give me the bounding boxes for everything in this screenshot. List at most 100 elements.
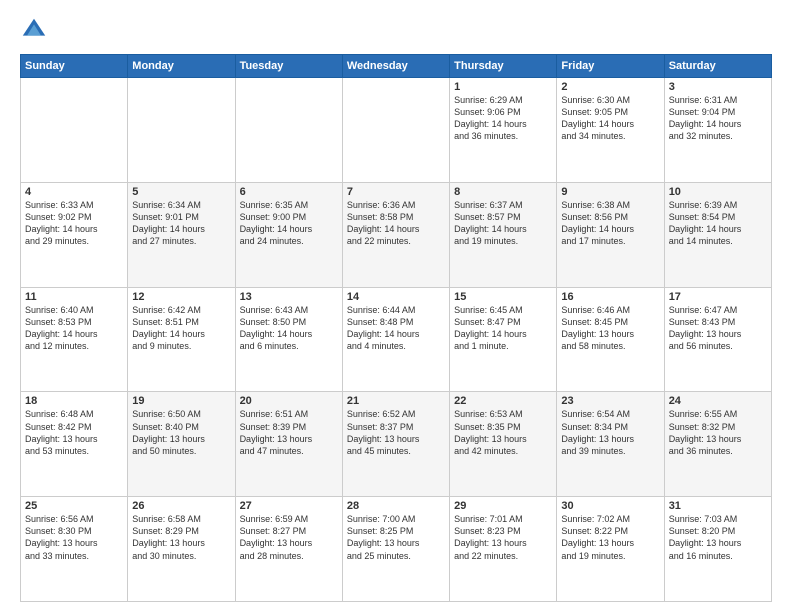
day-number: 16 <box>561 291 659 303</box>
calendar-cell: 19Sunrise: 6:50 AM Sunset: 8:40 PM Dayli… <box>128 392 235 497</box>
day-info: Sunrise: 6:38 AM Sunset: 8:56 PM Dayligh… <box>561 199 659 248</box>
day-number: 22 <box>454 395 552 407</box>
day-number: 30 <box>561 500 659 512</box>
day-number: 1 <box>454 81 552 93</box>
calendar-cell: 2Sunrise: 6:30 AM Sunset: 9:05 PM Daylig… <box>557 78 664 183</box>
calendar-cell: 28Sunrise: 7:00 AM Sunset: 8:25 PM Dayli… <box>342 497 449 602</box>
calendar-cell: 11Sunrise: 6:40 AM Sunset: 8:53 PM Dayli… <box>21 287 128 392</box>
day-number: 31 <box>669 500 767 512</box>
day-number: 15 <box>454 291 552 303</box>
logo-icon <box>20 16 48 44</box>
day-info: Sunrise: 6:59 AM Sunset: 8:27 PM Dayligh… <box>240 513 338 562</box>
day-info: Sunrise: 6:33 AM Sunset: 9:02 PM Dayligh… <box>25 199 123 248</box>
day-number: 17 <box>669 291 767 303</box>
header <box>20 16 772 44</box>
calendar-cell: 15Sunrise: 6:45 AM Sunset: 8:47 PM Dayli… <box>450 287 557 392</box>
calendar-day-header: Sunday <box>21 55 128 78</box>
day-info: Sunrise: 6:31 AM Sunset: 9:04 PM Dayligh… <box>669 94 767 143</box>
logo <box>20 16 52 44</box>
day-number: 3 <box>669 81 767 93</box>
day-number: 25 <box>25 500 123 512</box>
day-number: 6 <box>240 186 338 198</box>
calendar-week-row: 18Sunrise: 6:48 AM Sunset: 8:42 PM Dayli… <box>21 392 772 497</box>
calendar-cell <box>342 78 449 183</box>
calendar-day-header: Wednesday <box>342 55 449 78</box>
day-info: Sunrise: 6:56 AM Sunset: 8:30 PM Dayligh… <box>25 513 123 562</box>
day-info: Sunrise: 7:01 AM Sunset: 8:23 PM Dayligh… <box>454 513 552 562</box>
calendar-cell <box>235 78 342 183</box>
day-info: Sunrise: 6:54 AM Sunset: 8:34 PM Dayligh… <box>561 408 659 457</box>
day-info: Sunrise: 6:30 AM Sunset: 9:05 PM Dayligh… <box>561 94 659 143</box>
day-number: 4 <box>25 186 123 198</box>
day-info: Sunrise: 6:43 AM Sunset: 8:50 PM Dayligh… <box>240 304 338 353</box>
calendar-cell: 27Sunrise: 6:59 AM Sunset: 8:27 PM Dayli… <box>235 497 342 602</box>
calendar-day-header: Monday <box>128 55 235 78</box>
day-number: 18 <box>25 395 123 407</box>
calendar-day-header: Thursday <box>450 55 557 78</box>
calendar-week-row: 11Sunrise: 6:40 AM Sunset: 8:53 PM Dayli… <box>21 287 772 392</box>
calendar-cell: 26Sunrise: 6:58 AM Sunset: 8:29 PM Dayli… <box>128 497 235 602</box>
calendar-cell: 1Sunrise: 6:29 AM Sunset: 9:06 PM Daylig… <box>450 78 557 183</box>
day-number: 9 <box>561 186 659 198</box>
day-info: Sunrise: 6:44 AM Sunset: 8:48 PM Dayligh… <box>347 304 445 353</box>
calendar-cell <box>128 78 235 183</box>
day-info: Sunrise: 6:42 AM Sunset: 8:51 PM Dayligh… <box>132 304 230 353</box>
day-number: 7 <box>347 186 445 198</box>
day-info: Sunrise: 6:51 AM Sunset: 8:39 PM Dayligh… <box>240 408 338 457</box>
day-number: 14 <box>347 291 445 303</box>
day-number: 13 <box>240 291 338 303</box>
day-number: 20 <box>240 395 338 407</box>
day-info: Sunrise: 6:48 AM Sunset: 8:42 PM Dayligh… <box>25 408 123 457</box>
calendar-cell: 17Sunrise: 6:47 AM Sunset: 8:43 PM Dayli… <box>664 287 771 392</box>
day-info: Sunrise: 6:45 AM Sunset: 8:47 PM Dayligh… <box>454 304 552 353</box>
calendar-cell: 3Sunrise: 6:31 AM Sunset: 9:04 PM Daylig… <box>664 78 771 183</box>
day-info: Sunrise: 6:52 AM Sunset: 8:37 PM Dayligh… <box>347 408 445 457</box>
day-number: 26 <box>132 500 230 512</box>
calendar-cell: 30Sunrise: 7:02 AM Sunset: 8:22 PM Dayli… <box>557 497 664 602</box>
day-info: Sunrise: 6:36 AM Sunset: 8:58 PM Dayligh… <box>347 199 445 248</box>
calendar-cell: 25Sunrise: 6:56 AM Sunset: 8:30 PM Dayli… <box>21 497 128 602</box>
day-info: Sunrise: 6:35 AM Sunset: 9:00 PM Dayligh… <box>240 199 338 248</box>
calendar-cell: 22Sunrise: 6:53 AM Sunset: 8:35 PM Dayli… <box>450 392 557 497</box>
day-number: 10 <box>669 186 767 198</box>
day-info: Sunrise: 6:53 AM Sunset: 8:35 PM Dayligh… <box>454 408 552 457</box>
calendar-cell: 29Sunrise: 7:01 AM Sunset: 8:23 PM Dayli… <box>450 497 557 602</box>
calendar-cell: 6Sunrise: 6:35 AM Sunset: 9:00 PM Daylig… <box>235 182 342 287</box>
day-info: Sunrise: 6:47 AM Sunset: 8:43 PM Dayligh… <box>669 304 767 353</box>
calendar-cell: 5Sunrise: 6:34 AM Sunset: 9:01 PM Daylig… <box>128 182 235 287</box>
calendar-cell: 16Sunrise: 6:46 AM Sunset: 8:45 PM Dayli… <box>557 287 664 392</box>
day-info: Sunrise: 6:58 AM Sunset: 8:29 PM Dayligh… <box>132 513 230 562</box>
day-number: 12 <box>132 291 230 303</box>
day-number: 28 <box>347 500 445 512</box>
calendar-day-header: Friday <box>557 55 664 78</box>
day-number: 8 <box>454 186 552 198</box>
calendar-header-row: SundayMondayTuesdayWednesdayThursdayFrid… <box>21 55 772 78</box>
day-number: 23 <box>561 395 659 407</box>
day-number: 24 <box>669 395 767 407</box>
calendar-cell: 4Sunrise: 6:33 AM Sunset: 9:02 PM Daylig… <box>21 182 128 287</box>
calendar-day-header: Tuesday <box>235 55 342 78</box>
calendar-cell: 31Sunrise: 7:03 AM Sunset: 8:20 PM Dayli… <box>664 497 771 602</box>
calendar-cell: 13Sunrise: 6:43 AM Sunset: 8:50 PM Dayli… <box>235 287 342 392</box>
calendar-week-row: 4Sunrise: 6:33 AM Sunset: 9:02 PM Daylig… <box>21 182 772 287</box>
calendar-day-header: Saturday <box>664 55 771 78</box>
day-number: 19 <box>132 395 230 407</box>
day-info: Sunrise: 6:40 AM Sunset: 8:53 PM Dayligh… <box>25 304 123 353</box>
calendar-cell: 24Sunrise: 6:55 AM Sunset: 8:32 PM Dayli… <box>664 392 771 497</box>
calendar-week-row: 1Sunrise: 6:29 AM Sunset: 9:06 PM Daylig… <box>21 78 772 183</box>
calendar-cell <box>21 78 128 183</box>
calendar-cell: 21Sunrise: 6:52 AM Sunset: 8:37 PM Dayli… <box>342 392 449 497</box>
day-number: 21 <box>347 395 445 407</box>
day-number: 11 <box>25 291 123 303</box>
day-number: 27 <box>240 500 338 512</box>
day-info: Sunrise: 6:50 AM Sunset: 8:40 PM Dayligh… <box>132 408 230 457</box>
day-info: Sunrise: 6:55 AM Sunset: 8:32 PM Dayligh… <box>669 408 767 457</box>
day-info: Sunrise: 6:39 AM Sunset: 8:54 PM Dayligh… <box>669 199 767 248</box>
page: SundayMondayTuesdayWednesdayThursdayFrid… <box>0 0 792 612</box>
calendar-cell: 14Sunrise: 6:44 AM Sunset: 8:48 PM Dayli… <box>342 287 449 392</box>
day-info: Sunrise: 7:02 AM Sunset: 8:22 PM Dayligh… <box>561 513 659 562</box>
calendar-cell: 12Sunrise: 6:42 AM Sunset: 8:51 PM Dayli… <box>128 287 235 392</box>
day-number: 2 <box>561 81 659 93</box>
calendar-week-row: 25Sunrise: 6:56 AM Sunset: 8:30 PM Dayli… <box>21 497 772 602</box>
day-info: Sunrise: 6:34 AM Sunset: 9:01 PM Dayligh… <box>132 199 230 248</box>
